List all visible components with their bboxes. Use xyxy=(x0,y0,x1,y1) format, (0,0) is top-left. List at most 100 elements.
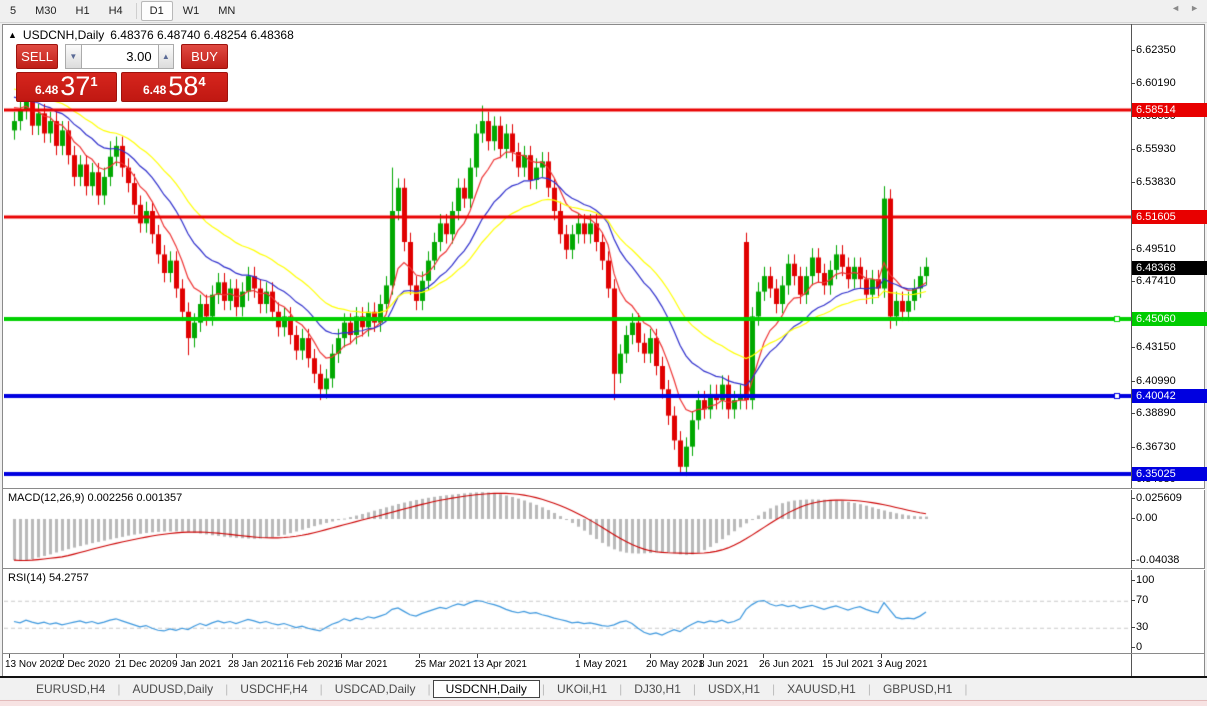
date-axis-label: 20 May 2021 xyxy=(646,659,704,670)
symbol-tab-usdcad[interactable]: USDCAD,Daily xyxy=(325,681,426,697)
buy-price-pips: 58 xyxy=(168,73,198,101)
price-axis-label: 6.55930 xyxy=(1136,143,1176,155)
price-axis-label: 6.60190 xyxy=(1136,77,1176,89)
indicator-axis-label: 0 xyxy=(1136,641,1142,653)
date-axis-label: 2 Dec 2020 xyxy=(59,659,110,670)
date-tick-mark xyxy=(650,654,651,658)
date-axis-label: 13 Nov 2020 xyxy=(5,659,62,670)
indicator-axis-label: -0.04038 xyxy=(1136,554,1179,566)
date-axis-label: 13 Apr 2021 xyxy=(473,659,527,670)
tab-separator: | xyxy=(693,682,696,696)
tab-separator: | xyxy=(619,682,622,696)
tab-separator: | xyxy=(868,682,871,696)
price-axis-label: 6.43150 xyxy=(1136,341,1176,353)
sell-price-pips: 37 xyxy=(60,73,90,101)
symbol-tab-gbpusd[interactable]: GBPUSD,H1 xyxy=(873,681,962,697)
date-axis-label: 25 Mar 2021 xyxy=(415,659,471,670)
sell-price-button[interactable]: 6.48 37 1 xyxy=(16,72,117,102)
sell-price-pipette: 1 xyxy=(90,74,97,89)
tab-separator: | xyxy=(225,682,228,696)
timeframe-button-h1[interactable]: H1 xyxy=(67,1,99,21)
timeframe-button-w1[interactable]: W1 xyxy=(174,1,209,21)
volume-input[interactable] xyxy=(82,44,158,69)
volume-decrease-button[interactable]: ▼ xyxy=(65,44,81,69)
chart-title: ▲ USDCNH,Daily 6.48376 6.48740 6.48254 6… xyxy=(8,28,294,42)
indicator-axis-label: 70 xyxy=(1136,594,1148,606)
timeframe-button-m30[interactable]: M30 xyxy=(26,1,65,21)
date-axis-label: 8 Jun 2021 xyxy=(699,659,749,670)
timeframe-button-mn[interactable]: MN xyxy=(209,1,244,21)
date-axis-label: 9 Jan 2021 xyxy=(172,659,222,670)
symbol-tab-xauusd[interactable]: XAUUSD,H1 xyxy=(777,681,866,697)
price-level-badge: 6.58514 xyxy=(1132,103,1207,117)
price-axis-label: 6.62350 xyxy=(1136,44,1176,56)
symbol-tab-bar: EURUSD,H4|AUDUSD,Daily|USDCHF,H4|USDCAD,… xyxy=(0,679,1207,699)
symbol-marker-icon: ▲ xyxy=(8,30,17,40)
bottom-strip xyxy=(0,700,1207,706)
tab-separator: | xyxy=(117,682,120,696)
chart-bottom-border xyxy=(0,676,1207,678)
buy-price-button[interactable]: 6.48 58 4 xyxy=(121,72,228,102)
date-axis-label: 15 Jul 2021 xyxy=(822,659,874,670)
indicator-axis-label: 0.025609 xyxy=(1136,492,1182,504)
panel-divider-rsi[interactable] xyxy=(3,568,1205,570)
date-axis-label: 1 May 2021 xyxy=(575,659,627,670)
timeframe-button-h4[interactable]: H4 xyxy=(100,1,132,21)
panel-divider-dates xyxy=(3,653,1205,654)
date-tick-mark xyxy=(287,654,288,658)
tab-scroll-right-icon[interactable]: ► xyxy=(1190,3,1199,13)
date-tick-mark xyxy=(477,654,478,658)
symbol-tab-audusd[interactable]: AUDUSD,Daily xyxy=(122,681,223,697)
symbol-tab-usdchf[interactable]: USDCHF,H4 xyxy=(230,681,317,697)
indicator-axis-label: 100 xyxy=(1136,574,1154,586)
date-axis-label: 3 Aug 2021 xyxy=(877,659,928,670)
symbol-tab-dj30[interactable]: DJ30,H1 xyxy=(624,681,691,697)
symbol-tab-ukoil[interactable]: UKOil,H1 xyxy=(547,681,617,697)
symbol-tab-usdcnh[interactable]: USDCNH,Daily xyxy=(433,680,540,698)
chart-ohlc-values: 6.48376 6.48740 6.48254 6.48368 xyxy=(110,28,294,42)
date-tick-mark xyxy=(703,654,704,658)
symbol-tab-usdx[interactable]: USDX,H1 xyxy=(698,681,770,697)
sell-price-base: 6.48 xyxy=(35,83,58,101)
date-tick-mark xyxy=(579,654,580,658)
timeframe-button-5[interactable]: 5 xyxy=(1,1,25,21)
rsi-indicator-canvas[interactable] xyxy=(4,570,1131,654)
toolbar-separator xyxy=(136,3,137,19)
price-axis-label: 6.40990 xyxy=(1136,375,1176,387)
price-level-badge: 6.40042 xyxy=(1132,389,1207,403)
one-click-trading-panel: SELL ▼ ▲ BUY 6.48 37 1 6.48 58 4 xyxy=(16,44,228,102)
buy-price-base: 6.48 xyxy=(143,83,166,101)
tab-separator: | xyxy=(964,682,967,696)
tab-scroll-left-icon[interactable]: ◄ xyxy=(1171,3,1180,13)
date-tick-mark xyxy=(176,654,177,658)
date-tick-mark xyxy=(763,654,764,658)
price-axis-label: 6.47410 xyxy=(1136,275,1176,287)
rsi-label: RSI(14) 54.2757 xyxy=(8,572,89,584)
symbol-tab-eurusd[interactable]: EURUSD,H4 xyxy=(26,681,115,697)
macd-label: MACD(12,26,9) 0.002256 0.001357 xyxy=(8,492,182,504)
date-tick-mark xyxy=(9,654,10,658)
panel-divider-macd[interactable] xyxy=(3,488,1205,490)
price-axis-label: 6.36730 xyxy=(1136,441,1176,453)
date-tick-mark xyxy=(119,654,120,658)
buy-button[interactable]: BUY xyxy=(181,44,228,69)
date-tick-mark xyxy=(341,654,342,658)
sell-button[interactable]: SELL xyxy=(16,44,58,69)
date-tick-mark xyxy=(826,654,827,658)
date-axis-label: 16 Feb 2021 xyxy=(283,659,339,670)
volume-increase-button[interactable]: ▲ xyxy=(158,44,174,69)
date-tick-mark xyxy=(232,654,233,658)
price-level-badge: 6.48368 xyxy=(1132,261,1207,275)
date-tick-mark xyxy=(881,654,882,658)
indicator-axis-label: 30 xyxy=(1136,621,1148,633)
price-level-badge: 6.51605 xyxy=(1132,210,1207,224)
date-axis-label: 26 Jun 2021 xyxy=(759,659,814,670)
price-level-badge: 6.45060 xyxy=(1132,312,1207,326)
date-tick-mark xyxy=(63,654,64,658)
date-tick-mark xyxy=(419,654,420,658)
buy-price-pipette: 4 xyxy=(198,74,205,89)
tab-separator: | xyxy=(542,682,545,696)
indicator-axis-label: 0.00 xyxy=(1136,512,1157,524)
timeframe-button-d1[interactable]: D1 xyxy=(141,1,173,21)
date-axis-label: 28 Jan 2021 xyxy=(228,659,283,670)
